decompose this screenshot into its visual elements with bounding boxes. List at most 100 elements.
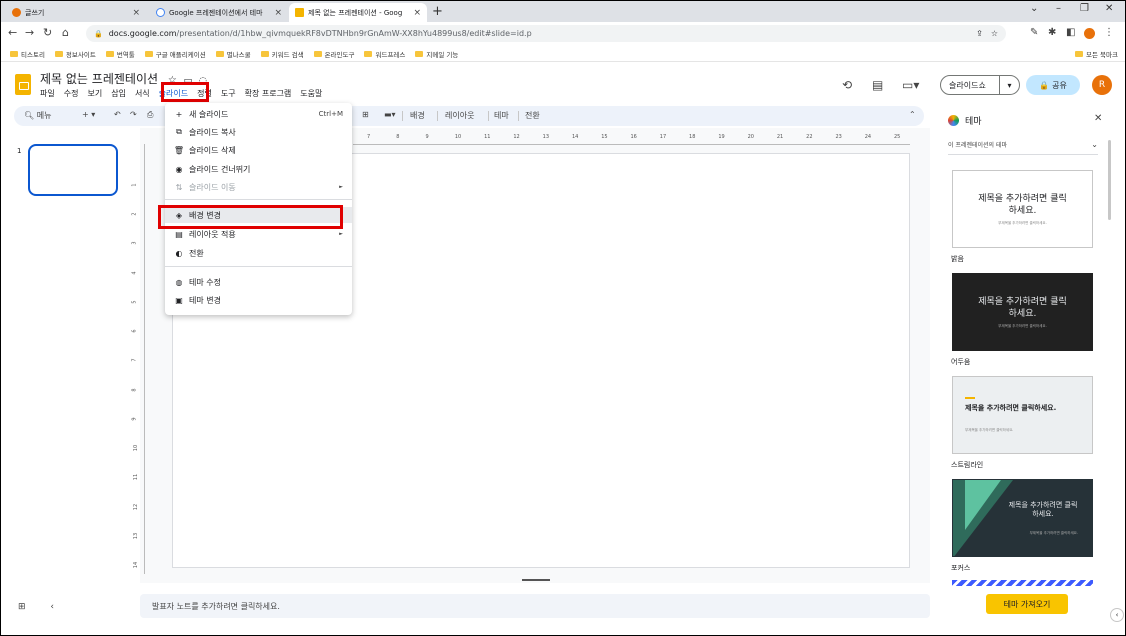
close-window-icon[interactable]: ✕ — [1105, 3, 1113, 14]
theme-source-dropdown[interactable]: 이 프레젠테이션의 테마 ⌄ — [948, 140, 1098, 155]
undo-icon[interactable]: ↶ — [114, 110, 121, 119]
version-history-icon[interactable]: ⟲ — [842, 78, 852, 92]
theme-card-focus[interactable]: 제목을 추가하려면 클릭하세요. 부제목을 추가하려면 클릭하세요. — [952, 479, 1093, 557]
meet-camera-icon[interactable]: ▭▾ — [902, 78, 919, 92]
slideshow-button[interactable]: 슬라이드쇼 ▾ — [940, 75, 1020, 95]
slideshow-dropdown-icon[interactable]: ▾ — [999, 76, 1019, 94]
menu-tools[interactable]: 도구 — [221, 88, 236, 99]
bookmark-folder[interactable]: 티스토리 — [10, 49, 45, 59]
import-theme-button[interactable]: 테마 가져오기 — [986, 594, 1068, 614]
grid-view-icon[interactable]: ⊞ — [18, 602, 26, 612]
ruler-tick-label: 11 — [484, 134, 491, 140]
menu-item-skip-slide[interactable]: ◉ 슬라이드 건너뛰기 — [165, 161, 352, 177]
new-slide-icon[interactable]: + ▾ — [82, 110, 95, 119]
tab-1-close-icon[interactable]: × — [132, 8, 140, 18]
menu-file[interactable]: 파일 — [40, 88, 55, 99]
share-button[interactable]: 🔒 공유 — [1026, 75, 1080, 95]
menu-format[interactable]: 서식 — [135, 88, 150, 99]
bookmark-folder[interactable]: 번역툴 — [105, 49, 135, 59]
theme-card-streamline[interactable]: 제목을 추가하려면 클릭하세요. 부제목을 추가하려면 클릭하세요. — [952, 376, 1093, 454]
bookmark-folder[interactable]: 별나스쿨 — [215, 49, 251, 59]
theme-button[interactable]: 테마 — [494, 110, 509, 121]
menu-extensions[interactable]: 확장 프로그램 — [245, 88, 292, 99]
bookmark-folder[interactable]: 워드프레스 — [364, 49, 405, 59]
folder-icon — [54, 50, 63, 57]
extensions-puzzle-icon[interactable]: ✱ — [1048, 27, 1056, 38]
canvas-resize-handle[interactable] — [522, 579, 550, 581]
new-tab-icon[interactable]: + — [432, 4, 443, 19]
background-button[interactable]: 배경 — [410, 110, 425, 121]
tab-2-close-icon[interactable]: × — [274, 8, 282, 18]
menu-item-move-slide[interactable]: ⇅ 슬라이드 이동 ► — [165, 179, 352, 195]
browser-tab-1[interactable]: 글쓰기 × — [6, 3, 146, 22]
lock-icon: 🔒 — [1039, 80, 1050, 90]
reload-icon[interactable]: ↻ — [43, 26, 52, 39]
ruler-tick-label: 15 — [601, 134, 608, 140]
url-input[interactable]: 🔒 docs.google.com/presentation/d/1hbw_qi… — [86, 25, 1006, 42]
collapse-filmstrip-icon[interactable]: ‹ — [50, 602, 54, 612]
search-menus[interactable]: 🔍︎ 메뉴 — [24, 110, 51, 121]
share-label: 공유 — [1052, 80, 1067, 90]
account-avatar[interactable]: R — [1092, 75, 1112, 95]
speaker-notes[interactable]: 발표자 노트를 추가하려면 클릭하세요. — [140, 594, 930, 618]
menu-item-new-slide[interactable]: + 새 슬라이드 Ctrl+M — [165, 106, 352, 122]
tab-1-title: 글쓰기 — [25, 8, 45, 17]
folder-icon — [260, 50, 269, 57]
print-icon[interactable]: ⎙ — [147, 110, 153, 120]
profile-avatar-icon[interactable] — [1084, 28, 1095, 39]
theme-card-dark[interactable]: 제목을 추가하려면 클릭하세요. 부제목을 추가하려면 클릭하세요. — [952, 273, 1093, 351]
menu-help[interactable]: 도움말 — [300, 88, 322, 99]
slide-thumbnail[interactable] — [28, 144, 118, 196]
redo-icon[interactable]: ↷ — [130, 110, 137, 119]
toolbar: 🔍︎ 메뉴 + ▾ ↶ ↷ ⎙ ⊞ ▬▾ 배경 레이아웃 테마 전환 ⌃ — [14, 106, 924, 126]
insert-image-icon[interactable]: ⊞ — [362, 110, 369, 119]
menu-item-duplicate-slide[interactable]: ⧉ 슬라이드 복사 — [165, 124, 352, 140]
bookmark-folder[interactable]: 키워드 검색 — [260, 49, 304, 59]
browser-tab-strip: 글쓰기 × Google 프레젠테이션에서 테마 × 제목 없는 프레젠테이션 … — [0, 0, 1126, 22]
tab-search-chevron-icon[interactable]: ⌄ — [1030, 3, 1038, 14]
menu-divider — [165, 199, 352, 200]
sidepanel-icon[interactable]: ◧ — [1066, 27, 1075, 38]
share-page-icon[interactable]: ⇪ — [976, 29, 983, 38]
back-icon[interactable]: ← — [8, 26, 17, 39]
bookmark-folder[interactable]: 온라인도구 — [313, 49, 354, 59]
layout-button[interactable]: 레이아웃 — [445, 110, 474, 121]
menu-item-transition[interactable]: ◐ 전환 — [165, 245, 352, 261]
ruler-tick-label: 18 — [689, 134, 696, 140]
move-arrows-icon: ⇅ — [175, 182, 183, 192]
close-icon[interactable]: ✕ — [1094, 113, 1102, 124]
menu-item-change-theme[interactable]: ▣ 테마 변경 — [165, 292, 352, 308]
forward-icon[interactable]: → — [25, 26, 34, 39]
theme-card-next-peek[interactable] — [952, 580, 1093, 586]
menu-edit[interactable]: 수정 — [64, 88, 79, 99]
pen-extension-icon[interactable]: ✎ — [1030, 27, 1038, 38]
restore-icon[interactable]: ❐ — [1080, 3, 1089, 14]
bookmark-star-icon[interactable]: ☆ — [991, 29, 998, 38]
menu-item-edit-theme[interactable]: ◍ 테마 수정 — [165, 274, 352, 290]
home-icon[interactable]: ⌂ — [62, 26, 69, 39]
ruler-tick-label: 11 — [133, 474, 140, 481]
collapse-toolbar-icon[interactable]: ⌃ — [909, 110, 916, 119]
browser-tab-2[interactable]: Google 프레젠테이션에서 테마 × — [150, 3, 288, 22]
bookmark-folder[interactable]: 구글 애플리케이션 — [144, 49, 206, 59]
ruler-tick-label: 9 — [131, 417, 138, 421]
palette-icon: ◍ — [175, 277, 183, 287]
bookmark-folder[interactable]: 정보사이트 — [54, 49, 96, 59]
comments-icon[interactable]: ▤ — [872, 78, 883, 92]
browser-tab-3[interactable]: 제목 없는 프레젠테이션 - Goog × — [289, 3, 427, 22]
transition-button[interactable]: 전환 — [525, 110, 540, 121]
tab-3-close-icon[interactable]: × — [413, 8, 421, 18]
menu-item-delete-slide[interactable]: 🗑 슬라이드 삭제 — [165, 142, 352, 158]
line-tool-icon[interactable]: ▬▾ — [384, 110, 396, 119]
menu-view[interactable]: 보기 — [87, 88, 102, 99]
all-bookmarks[interactable]: 모든 북마크 — [1075, 49, 1118, 59]
menu-insert[interactable]: 삽입 — [111, 88, 126, 99]
slides-logo-icon[interactable] — [15, 74, 31, 95]
ruler-tick-label: 7 — [367, 134, 371, 140]
minimize-icon[interactable]: – — [1056, 3, 1061, 14]
side-panel-expand-icon[interactable]: ‹ — [1110, 608, 1124, 622]
theme-card-light[interactable]: 제목을 추가하려면 클릭하세요. 부제목을 추가하려면 클릭하세요. — [952, 170, 1093, 248]
more-menu-icon[interactable]: ⋮ — [1104, 27, 1114, 38]
bookmark-folder[interactable]: 지메일 기능 — [415, 49, 458, 59]
theme-panel-scrollbar[interactable] — [1108, 140, 1111, 220]
